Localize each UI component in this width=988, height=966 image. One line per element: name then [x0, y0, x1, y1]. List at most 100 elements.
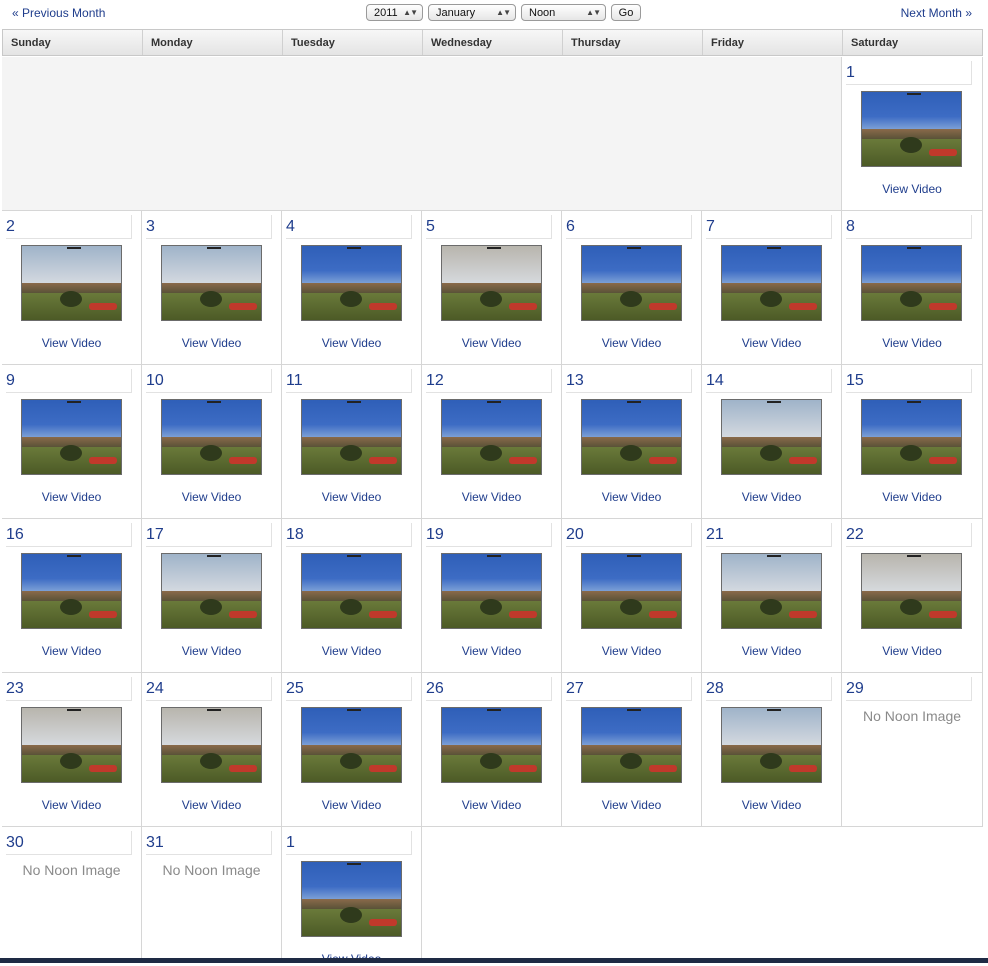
- sky-area: [22, 554, 121, 596]
- noon-thumbnail[interactable]: [581, 245, 682, 321]
- sky-area: [722, 400, 821, 442]
- noon-thumbnail[interactable]: [301, 245, 402, 321]
- noon-thumbnail[interactable]: [441, 707, 542, 783]
- noon-thumbnail[interactable]: [441, 245, 542, 321]
- view-video-link[interactable]: View Video: [422, 336, 561, 350]
- timestamp-mark: [626, 555, 641, 557]
- view-video-link[interactable]: View Video: [142, 644, 281, 658]
- year-select[interactable]: 2011 ▲▼: [366, 4, 423, 21]
- view-video-link[interactable]: View Video: [422, 798, 561, 812]
- timestamp-mark: [486, 401, 501, 403]
- noon-thumbnail[interactable]: [581, 399, 682, 475]
- noon-thumbnail[interactable]: [441, 399, 542, 475]
- go-button[interactable]: Go: [611, 4, 641, 21]
- day-cell: 13 View Video: [562, 365, 702, 519]
- tree-shape: [479, 444, 502, 461]
- noon-thumbnail[interactable]: [721, 553, 822, 629]
- day-cell: 28 View Video: [702, 673, 842, 827]
- noon-thumbnail[interactable]: [861, 553, 962, 629]
- view-video-link[interactable]: View Video: [282, 490, 421, 504]
- timestamp-mark: [766, 401, 781, 403]
- noon-thumbnail[interactable]: [301, 399, 402, 475]
- flower-bed: [229, 302, 258, 310]
- empty-day-cells: [2, 57, 842, 211]
- sky-area: [442, 246, 541, 288]
- month-select[interactable]: January ▲▼: [428, 4, 516, 21]
- noon-thumbnail[interactable]: [441, 553, 542, 629]
- noon-thumbnail[interactable]: [301, 707, 402, 783]
- time-select[interactable]: Noon ▲▼: [521, 4, 606, 21]
- day-cell: 4 View Video: [282, 211, 422, 365]
- sky-area: [722, 708, 821, 750]
- previous-month-link[interactable]: « Previous Month: [12, 6, 105, 20]
- noon-thumbnail[interactable]: [861, 399, 962, 475]
- view-video-link[interactable]: View Video: [702, 644, 841, 658]
- view-video-link[interactable]: View Video: [2, 798, 141, 812]
- noon-thumbnail[interactable]: [21, 707, 122, 783]
- view-video-link[interactable]: View Video: [2, 490, 141, 504]
- noon-thumbnail[interactable]: [161, 707, 262, 783]
- view-video-link[interactable]: View Video: [562, 644, 701, 658]
- view-video-link[interactable]: View Video: [842, 490, 982, 504]
- noon-thumbnail[interactable]: [21, 553, 122, 629]
- timestamp-mark: [906, 93, 921, 95]
- timestamp-mark: [626, 247, 641, 249]
- day-number: 5: [426, 215, 552, 239]
- time-value: Noon: [529, 6, 556, 19]
- tree-shape: [59, 598, 82, 615]
- view-video-link[interactable]: View Video: [702, 798, 841, 812]
- sky-area: [302, 554, 401, 596]
- tree-shape: [759, 444, 782, 461]
- view-video-link[interactable]: View Video: [422, 644, 561, 658]
- day-number: 4: [286, 215, 412, 239]
- view-video-link[interactable]: View Video: [562, 336, 701, 350]
- day-cell: 31 No Noon Image: [142, 827, 282, 963]
- view-video-link[interactable]: View Video: [282, 336, 421, 350]
- day-cell: 23 View Video: [2, 673, 142, 827]
- view-video-link[interactable]: View Video: [282, 644, 421, 658]
- noon-thumbnail[interactable]: [861, 245, 962, 321]
- view-video-link[interactable]: View Video: [842, 336, 982, 350]
- sky-area: [442, 554, 541, 596]
- view-video-link[interactable]: View Video: [562, 798, 701, 812]
- noon-thumbnail[interactable]: [721, 245, 822, 321]
- view-video-link[interactable]: View Video: [282, 798, 421, 812]
- noon-thumbnail[interactable]: [21, 399, 122, 475]
- noon-thumbnail[interactable]: [721, 399, 822, 475]
- tree-shape: [899, 598, 922, 615]
- timestamp-mark: [66, 247, 81, 249]
- view-video-link[interactable]: View Video: [702, 336, 841, 350]
- tree-shape: [339, 290, 362, 307]
- noon-thumbnail[interactable]: [301, 861, 402, 937]
- next-month-link[interactable]: Next Month »: [901, 6, 972, 20]
- noon-thumbnail[interactable]: [161, 553, 262, 629]
- view-video-link[interactable]: View Video: [842, 644, 982, 658]
- noon-thumbnail[interactable]: [861, 91, 962, 167]
- noon-thumbnail[interactable]: [301, 553, 402, 629]
- noon-thumbnail[interactable]: [21, 245, 122, 321]
- view-video-link[interactable]: View Video: [842, 182, 982, 196]
- noon-thumbnail[interactable]: [721, 707, 822, 783]
- noon-thumbnail[interactable]: [161, 399, 262, 475]
- day-cell: 30 No Noon Image: [2, 827, 142, 963]
- view-video-link[interactable]: View Video: [2, 644, 141, 658]
- weekday-friday: Friday: [703, 30, 843, 55]
- view-video-link[interactable]: View Video: [562, 490, 701, 504]
- noon-thumbnail[interactable]: [581, 707, 682, 783]
- view-video-link[interactable]: View Video: [142, 336, 281, 350]
- day-cell: 8 View Video: [842, 211, 983, 365]
- tree-shape: [619, 598, 642, 615]
- view-video-link[interactable]: View Video: [422, 490, 561, 504]
- view-video-link[interactable]: View Video: [142, 490, 281, 504]
- view-video-link[interactable]: View Video: [2, 336, 141, 350]
- day-number: 24: [146, 677, 272, 701]
- day-number: 26: [426, 677, 552, 701]
- noon-thumbnail[interactable]: [581, 553, 682, 629]
- noon-thumbnail[interactable]: [161, 245, 262, 321]
- flower-bed: [509, 610, 538, 618]
- day-cell: 20 View Video: [562, 519, 702, 673]
- day-cell: 6 View Video: [562, 211, 702, 365]
- sky-area: [22, 708, 121, 750]
- view-video-link[interactable]: View Video: [702, 490, 841, 504]
- view-video-link[interactable]: View Video: [142, 798, 281, 812]
